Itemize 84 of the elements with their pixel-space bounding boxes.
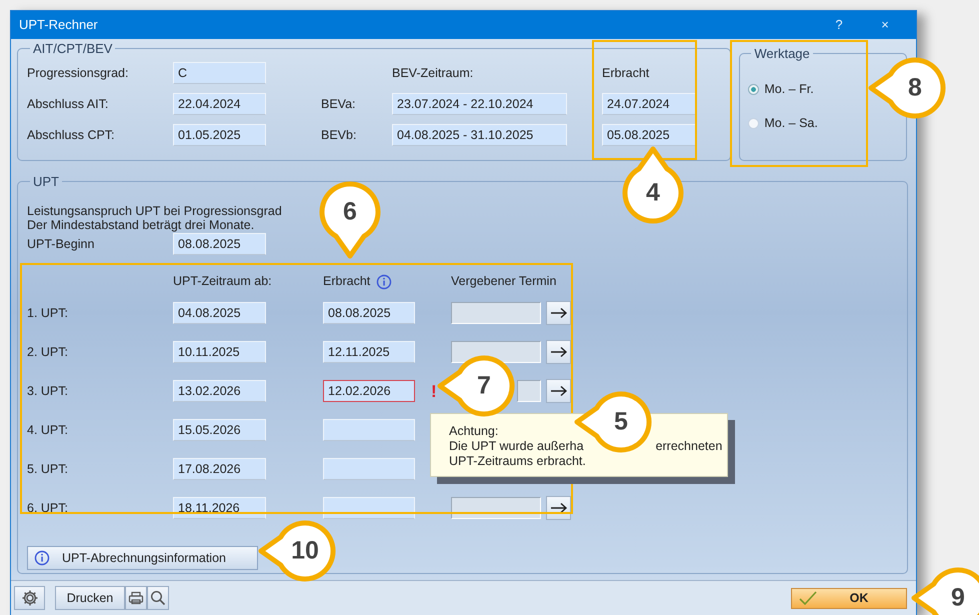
arrow-button[interactable] bbox=[546, 496, 571, 520]
row-label: 5. UPT: bbox=[27, 462, 69, 476]
field-label: Abschluss CPT: bbox=[27, 128, 116, 142]
arrow-right-icon bbox=[550, 502, 568, 514]
field-label: UPT-Beginn bbox=[27, 236, 96, 252]
date-field[interactable]: 22.04.2024 bbox=[173, 93, 266, 115]
date-field[interactable]: 12.02.2026 bbox=[323, 380, 415, 402]
row-label: 1. UPT: bbox=[27, 306, 69, 320]
field-label: Abschluss AIT: bbox=[27, 96, 110, 112]
appointment-field[interactable] bbox=[451, 341, 541, 363]
callout-marker: 9 bbox=[910, 566, 979, 615]
group-title: AIT/CPT/BEV bbox=[32, 42, 114, 55]
date-field[interactable]: 04.08.2025 bbox=[173, 302, 266, 324]
printer-icon bbox=[128, 591, 144, 605]
text-field[interactable]: C bbox=[173, 62, 266, 84]
ok-button[interactable]: OK bbox=[791, 588, 907, 608]
info-icon bbox=[34, 550, 50, 566]
checkmark-icon bbox=[798, 591, 818, 605]
callout-marker: 8 bbox=[867, 56, 947, 120]
date-field[interactable]: 01.05.2025 bbox=[173, 124, 266, 146]
appointment-field[interactable] bbox=[451, 497, 541, 519]
option-label: Mo. – Fr. bbox=[764, 82, 814, 97]
info-button[interactable]: UPT-Abrechnungsinformation bbox=[27, 546, 258, 570]
field-label: BEVa: bbox=[321, 96, 357, 112]
info-icon bbox=[376, 274, 392, 290]
column-header: Erbracht bbox=[323, 274, 370, 289]
date-field[interactable]: 08.08.2025 bbox=[323, 302, 415, 324]
group-title: UPT bbox=[32, 175, 60, 188]
window-title: UPT-Rechner bbox=[19, 16, 99, 34]
tooltip-text: UPT-Zeitraums erbracht. bbox=[449, 454, 586, 469]
field-label: BEVb: bbox=[321, 128, 358, 142]
field-label: Progressionsgrad: bbox=[27, 66, 130, 80]
arrow-button[interactable] bbox=[546, 340, 571, 364]
arrow-button[interactable] bbox=[546, 301, 571, 325]
arrow-right-icon bbox=[550, 346, 568, 358]
column-header: BEV-Zeitraum: bbox=[392, 66, 474, 80]
date-field[interactable]: 05.08.2025 bbox=[602, 124, 696, 146]
row-label: 4. UPT: bbox=[27, 422, 69, 438]
settings-icon bbox=[20, 589, 38, 607]
row-label: 3. UPT: bbox=[27, 384, 69, 398]
tooltip-text: Achtung: bbox=[449, 424, 498, 439]
callout-marker: 4 bbox=[621, 145, 685, 225]
date-field[interactable]: 24.07.2024 bbox=[602, 93, 696, 115]
option-label: Mo. – Sa. bbox=[764, 116, 818, 131]
tooltip-text: errechneten bbox=[656, 439, 722, 454]
date-field[interactable] bbox=[323, 419, 415, 441]
arrow-right-icon bbox=[550, 307, 568, 319]
date-field[interactable] bbox=[323, 458, 415, 480]
arrow-button[interactable] bbox=[546, 379, 571, 403]
tooltip-text: Die UPT wurde außerha bbox=[449, 439, 584, 454]
date-field[interactable]: 12.11.2025 bbox=[323, 341, 415, 363]
callout-marker: 10 bbox=[257, 519, 337, 583]
callout-marker: 7 bbox=[436, 354, 516, 418]
date-field[interactable]: 10.11.2025 bbox=[173, 341, 266, 363]
settings-button[interactable] bbox=[14, 586, 45, 610]
date-field[interactable]: 13.02.2026 bbox=[173, 380, 266, 402]
arrow-right-icon bbox=[550, 385, 568, 397]
appointment-field[interactable] bbox=[451, 302, 541, 324]
date-field[interactable]: 15.05.2026 bbox=[173, 419, 266, 441]
printer-button[interactable] bbox=[125, 586, 147, 610]
date-range-field[interactable]: 23.07.2024 - 22.10.2024 bbox=[392, 93, 567, 115]
warning-mark: ! bbox=[431, 382, 438, 400]
close-button[interactable]: × bbox=[862, 15, 908, 35]
date-field[interactable]: 17.08.2026 bbox=[173, 458, 266, 480]
date-field[interactable]: 18.11.2026 bbox=[173, 497, 266, 519]
appointment-field[interactable] bbox=[517, 380, 541, 402]
date-range-field[interactable]: 04.08.2025 - 31.10.2025 bbox=[392, 124, 567, 146]
info-text: Leistungsanspruch UPT bei Progressionsgrad bbox=[27, 204, 282, 218]
radio-button[interactable] bbox=[748, 84, 760, 95]
search-icon bbox=[150, 590, 166, 606]
column-header: Erbracht bbox=[602, 66, 650, 80]
date-field[interactable] bbox=[323, 497, 415, 519]
group-title: Werktage bbox=[753, 47, 811, 60]
row-label: 2. UPT: bbox=[27, 344, 69, 360]
callout-marker: 6 bbox=[318, 180, 382, 260]
column-header: Vergebener Termin bbox=[451, 274, 558, 289]
info-text: Der Mindestabstand beträgt drei Monate. bbox=[27, 218, 254, 232]
date-field[interactable]: 08.08.2025 bbox=[173, 233, 266, 255]
radio-button[interactable] bbox=[748, 118, 760, 129]
column-header: UPT-Zeitraum ab: bbox=[173, 274, 273, 289]
print-button[interactable]: Drucken bbox=[55, 586, 125, 610]
help-button[interactable]: ? bbox=[816, 15, 862, 35]
row-label: 6. UPT: bbox=[27, 500, 69, 516]
preview-button[interactable] bbox=[147, 586, 169, 610]
